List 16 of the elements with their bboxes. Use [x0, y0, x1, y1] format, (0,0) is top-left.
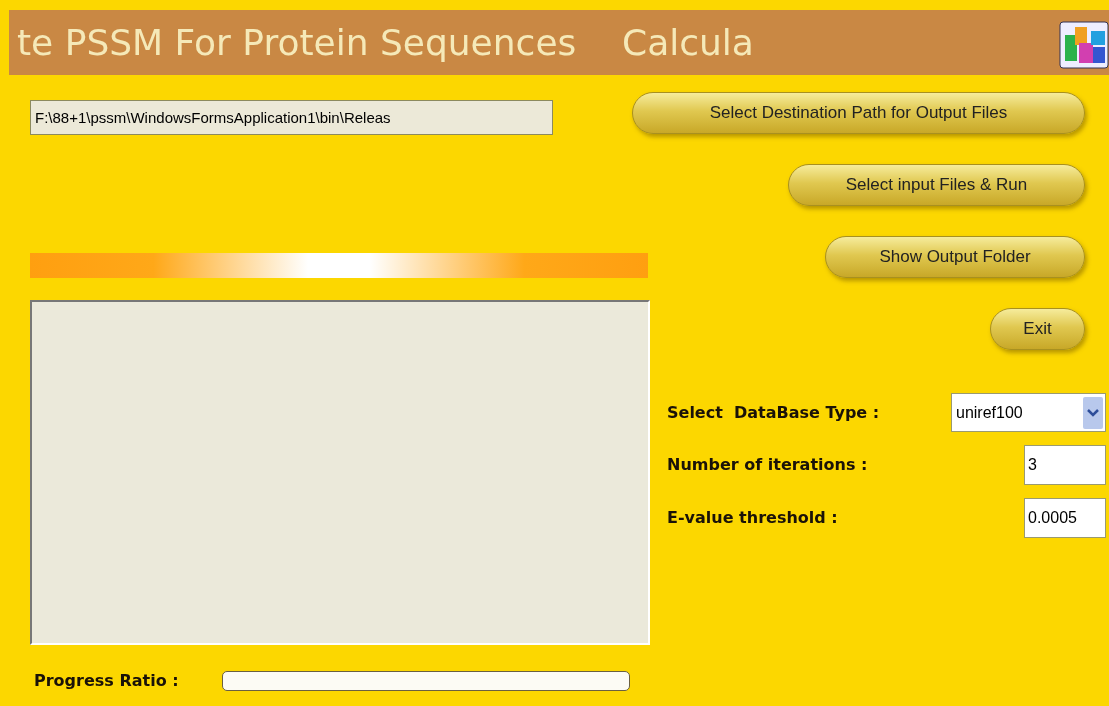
value-field[interactable]: 0.0005: [1024, 498, 1106, 538]
path-field[interactable]: F:\88+1\pssm\WindowsFormsApplication1\bin\Releas: [30, 100, 553, 135]
action-button[interactable]: Show Output Folder: [825, 236, 1085, 278]
exit-button[interactable]: Exit: [990, 308, 1085, 350]
setting-label: Select DataBase Type :: [667, 401, 880, 424]
database-dropdown[interactable]: uniref100: [951, 393, 1106, 432]
action-button[interactable]: Select Destination Path for Output Files: [632, 92, 1085, 134]
chevron-down-icon: [1083, 396, 1103, 429]
app-icon: [1059, 20, 1109, 69]
setting-label: E-value threshold :: [667, 507, 838, 529]
setting-label: Number of iterations :: [667, 454, 868, 476]
value-field[interactable]: 3: [1024, 445, 1106, 485]
window-title: te PSSM For Protein Sequences Calcula: [17, 20, 754, 65]
progress-label: Progress Ratio :: [33, 670, 180, 692]
action-button[interactable]: Select input Files & Run: [788, 164, 1085, 206]
output-text-area[interactable]: [30, 300, 650, 645]
